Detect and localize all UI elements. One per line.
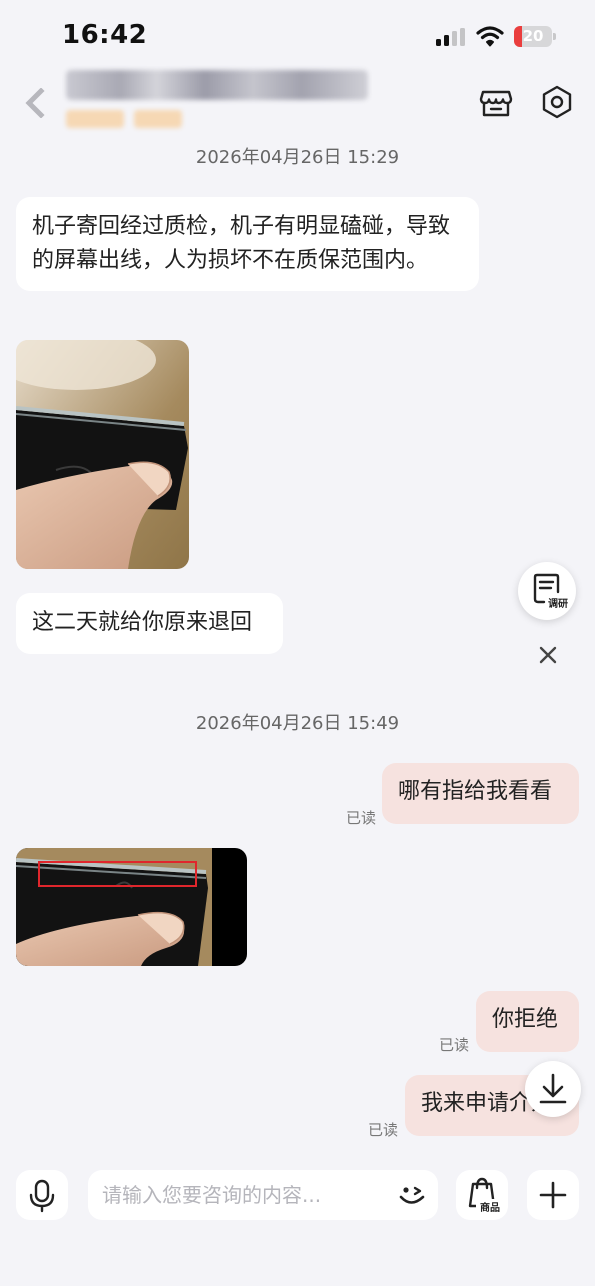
message-timestamp: 2026年04月26日 15:49 — [195, 713, 400, 734]
microphone-icon — [29, 1179, 55, 1213]
annotated-phone-photo — [16, 848, 247, 966]
back-button[interactable] — [22, 87, 48, 119]
message-input-box[interactable] — [88, 1170, 438, 1220]
arrow-down-icon — [539, 1073, 567, 1104]
survey-label: 调研 — [548, 599, 568, 610]
battery-indicator: 20 — [514, 26, 556, 47]
product-label: 商品 — [476, 1199, 504, 1214]
incoming-photo[interactable] — [16, 340, 189, 569]
battery-level-text: 20 — [522, 27, 544, 45]
back-chevron-icon — [25, 87, 45, 119]
message-input[interactable] — [102, 1170, 382, 1220]
chat-subtitle-redacted-2 — [134, 110, 182, 128]
shop-button[interactable] — [478, 84, 514, 120]
read-receipt: 已读 — [346, 809, 377, 827]
settings-button[interactable] — [540, 84, 574, 120]
shop-icon — [479, 90, 513, 117]
chat-title-redacted — [66, 70, 368, 100]
read-receipt: 已读 — [439, 1036, 470, 1054]
settings-hexagon-icon — [542, 85, 572, 119]
wifi-icon — [476, 25, 504, 47]
survey-icon — [533, 573, 560, 604]
close-icon — [539, 646, 557, 664]
chat-subtitle-redacted — [66, 110, 124, 128]
outgoing-message[interactable]: 你拒绝 — [476, 991, 579, 1052]
phone-damage-photo — [16, 340, 189, 569]
incoming-message[interactable]: 这二天就给你原来退回 — [16, 593, 283, 654]
plus-icon — [539, 1181, 567, 1209]
emoji-icon — [399, 1186, 425, 1204]
voice-input-button[interactable] — [16, 1170, 68, 1220]
incoming-photo-annotated[interactable] — [16, 848, 247, 966]
cellular-signal-icon — [436, 28, 466, 46]
outgoing-message[interactable]: 哪有指给我看看 — [382, 763, 579, 824]
product-button[interactable]: 商品 — [456, 1170, 508, 1220]
incoming-message[interactable]: 机子寄回经过质检，机子有明显磕碰，导致的屏幕出线，人为损坏不在质保范围内。 — [16, 197, 479, 291]
message-timestamp: 2026年04月26日 15:29 — [195, 147, 400, 168]
survey-button[interactable]: 调研 — [518, 562, 576, 620]
scroll-to-bottom-button[interactable] — [525, 1061, 581, 1117]
close-survey-button[interactable] — [536, 643, 560, 667]
more-actions-button[interactable] — [527, 1170, 579, 1220]
read-receipt: 已读 — [368, 1121, 399, 1139]
emoji-button[interactable] — [394, 1177, 430, 1213]
status-time: 16:42 — [62, 20, 148, 50]
